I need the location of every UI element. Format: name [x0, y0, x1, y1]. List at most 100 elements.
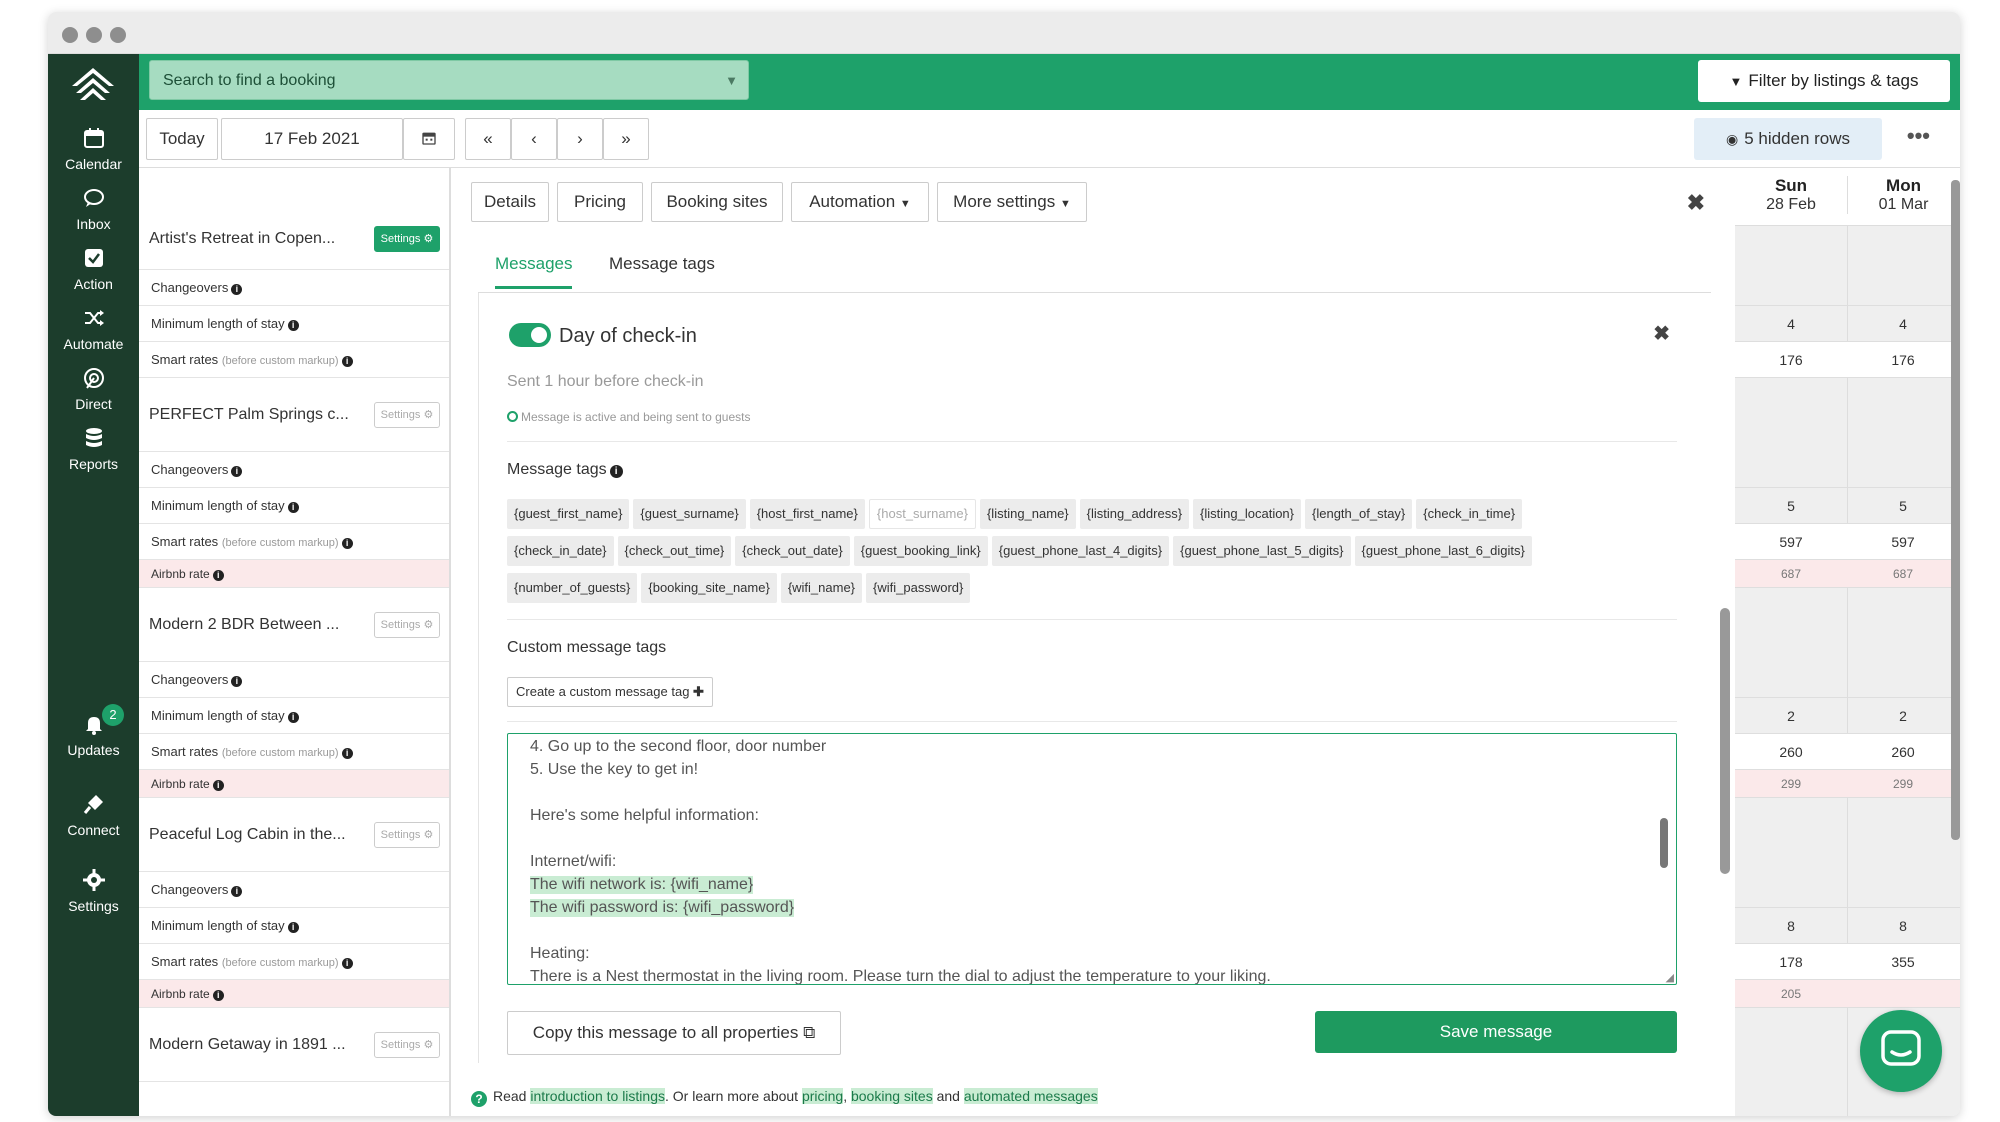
listing-row[interactable]: Artist's Retreat in Copen... Settings ⚙	[139, 208, 449, 270]
info-icon[interactable]: i	[231, 886, 243, 897]
smart-rate-cell[interactable]: 597	[1847, 524, 1959, 560]
min-stay-cell[interactable]: 5	[1847, 488, 1959, 524]
message-tag[interactable]: {guest_phone_last_6_digits}	[1354, 536, 1532, 566]
next-button[interactable]: ›	[557, 118, 603, 160]
info-icon[interactable]: i	[231, 284, 243, 295]
info-icon[interactable]: i	[341, 748, 353, 759]
nav-connect[interactable]: Connect	[48, 792, 139, 838]
message-active-toggle[interactable]	[509, 323, 551, 347]
nav-updates[interactable]: 2 Updates	[48, 704, 139, 758]
last-page-button[interactable]: »	[603, 118, 649, 160]
listing-row[interactable]: Peaceful Log Cabin in the... Settings ⚙	[139, 798, 449, 872]
message-tag[interactable]: {check_in_date}	[507, 536, 614, 566]
today-button[interactable]: Today	[146, 118, 218, 160]
info-icon[interactable]: i	[287, 320, 299, 331]
min-stay-cell[interactable]: 4	[1735, 306, 1847, 342]
nav-action[interactable]: Action	[48, 246, 139, 292]
listing-settings-button[interactable]: Settings ⚙	[374, 402, 440, 428]
message-tag[interactable]: {guest_phone_last_5_digits}	[1173, 536, 1351, 566]
message-tag[interactable]: {length_of_stay}	[1305, 499, 1413, 529]
min-stay-cell[interactable]: 4	[1847, 306, 1959, 342]
calendar-scrollbar[interactable]	[1951, 180, 1960, 840]
textarea-scrollbar[interactable]	[1660, 818, 1668, 868]
nav-inbox[interactable]: Inbox	[48, 186, 139, 232]
window-minimize-dot[interactable]	[86, 27, 102, 43]
date-field[interactable]: 17 Feb 2021	[221, 118, 403, 160]
message-tag[interactable]: {number_of_guests}	[507, 573, 638, 603]
listing-row[interactable]: PERFECT Palm Springs c... Settings ⚙	[139, 378, 449, 452]
resize-handle-icon[interactable]: ◢	[1666, 971, 1674, 984]
message-tag[interactable]: {check_out_date}	[735, 536, 850, 566]
min-stay-cell[interactable]: 8	[1735, 908, 1847, 944]
min-stay-cell[interactable]: 8	[1847, 908, 1959, 944]
message-tag[interactable]: {host_first_name}	[749, 499, 865, 529]
window-maximize-dot[interactable]	[110, 27, 126, 43]
smart-rate-cell[interactable]: 176	[1847, 342, 1959, 378]
nav-settings[interactable]: Settings	[48, 868, 139, 914]
message-body-textarea[interactable]: 4. Go up to the second floor, door numbe…	[507, 733, 1677, 985]
smart-rate-cell[interactable]: 355	[1847, 944, 1959, 980]
nav-reports[interactable]: Reports	[48, 426, 139, 472]
listing-row[interactable]: Modern 2 BDR Between ... Settings ⚙	[139, 588, 449, 662]
nav-calendar[interactable]: Calendar	[48, 126, 139, 172]
info-icon[interactable]: i	[609, 465, 623, 478]
message-tag[interactable]: {guest_first_name}	[507, 499, 630, 529]
info-icon[interactable]: i	[212, 570, 224, 581]
tab-more-settings[interactable]: More settings ▼	[937, 182, 1087, 222]
save-message-button[interactable]: Save message	[1315, 1011, 1677, 1053]
info-icon[interactable]: i	[341, 356, 353, 367]
copy-to-all-button[interactable]: Copy this message to all properties ⧉	[507, 1011, 841, 1055]
first-page-button[interactable]: «	[465, 118, 511, 160]
hidden-rows-button[interactable]: ◉ 5 hidden rows	[1694, 118, 1882, 160]
message-tag[interactable]: {check_out_time}	[617, 536, 732, 566]
message-tag[interactable]: {wifi_name}	[780, 573, 863, 603]
booking-search-input[interactable]: Search to find a booking ▼	[149, 60, 749, 100]
subtab-message-tags[interactable]: Message tags	[609, 254, 715, 274]
info-icon[interactable]: i	[231, 676, 243, 687]
close-icon[interactable]: ✖	[1653, 321, 1670, 346]
info-icon[interactable]: i	[231, 466, 243, 477]
filter-listings-button[interactable]: ▼ Filter by listings & tags	[1698, 60, 1950, 102]
message-tag[interactable]: {guest_booking_link}	[853, 536, 988, 566]
message-tag[interactable]: {wifi_password}	[866, 573, 971, 603]
nav-direct[interactable]: Direct	[48, 366, 139, 412]
more-options-button[interactable]: •••	[1907, 118, 1930, 154]
min-stay-cell[interactable]: 5	[1735, 488, 1847, 524]
info-icon[interactable]: i	[287, 502, 299, 513]
prev-button[interactable]: ‹	[511, 118, 557, 160]
intro-listings-link[interactable]: introduction to listings	[530, 1088, 665, 1104]
listing-settings-button[interactable]: Settings ⚙	[374, 612, 440, 638]
date-picker-button[interactable]	[403, 118, 455, 160]
smart-rate-cell[interactable]: 597	[1735, 524, 1847, 560]
message-tag[interactable]: {guest_surname}	[633, 499, 746, 529]
message-tag[interactable]: {host_surname}	[868, 499, 976, 529]
min-stay-cell[interactable]: 2	[1735, 698, 1847, 734]
booking-sites-link[interactable]: booking sites	[850, 1088, 933, 1104]
chat-launcher-button[interactable]	[1860, 1010, 1942, 1092]
message-tag[interactable]: {listing_name}	[979, 499, 1076, 529]
listing-settings-button[interactable]: Settings ⚙	[374, 822, 440, 848]
info-icon[interactable]: i	[287, 922, 299, 933]
message-tag[interactable]: {listing_address}	[1079, 499, 1190, 529]
create-custom-tag-button[interactable]: Create a custom message tag ✚	[507, 677, 713, 707]
min-stay-cell[interactable]: 2	[1847, 698, 1959, 734]
tab-booking-sites[interactable]: Booking sites	[651, 182, 783, 222]
app-logo-icon[interactable]	[70, 66, 116, 106]
info-icon[interactable]: i	[341, 958, 353, 969]
smart-rate-cell[interactable]: 260	[1847, 734, 1959, 770]
info-icon[interactable]: i	[212, 780, 224, 791]
panel-scrollbar[interactable]	[1720, 608, 1730, 874]
smart-rate-cell[interactable]: 260	[1735, 734, 1847, 770]
listing-row[interactable]: Modern Getaway in 1891 ... Settings ⚙	[139, 1008, 449, 1082]
pricing-link[interactable]: pricing	[801, 1088, 844, 1104]
message-tag[interactable]: {check_in_time}	[1416, 499, 1523, 529]
nav-automate[interactable]: Automate	[48, 306, 139, 352]
close-icon[interactable]: ✖	[1687, 190, 1705, 216]
info-icon[interactable]: i	[341, 538, 353, 549]
listing-settings-button[interactable]: Settings ⚙	[374, 226, 440, 252]
message-tag[interactable]: {booking_site_name}	[641, 573, 777, 603]
window-close-dot[interactable]	[62, 27, 78, 43]
smart-rate-cell[interactable]: 178	[1735, 944, 1847, 980]
smart-rate-cell[interactable]: 176	[1735, 342, 1847, 378]
tab-automation[interactable]: Automation ▼	[791, 182, 929, 222]
